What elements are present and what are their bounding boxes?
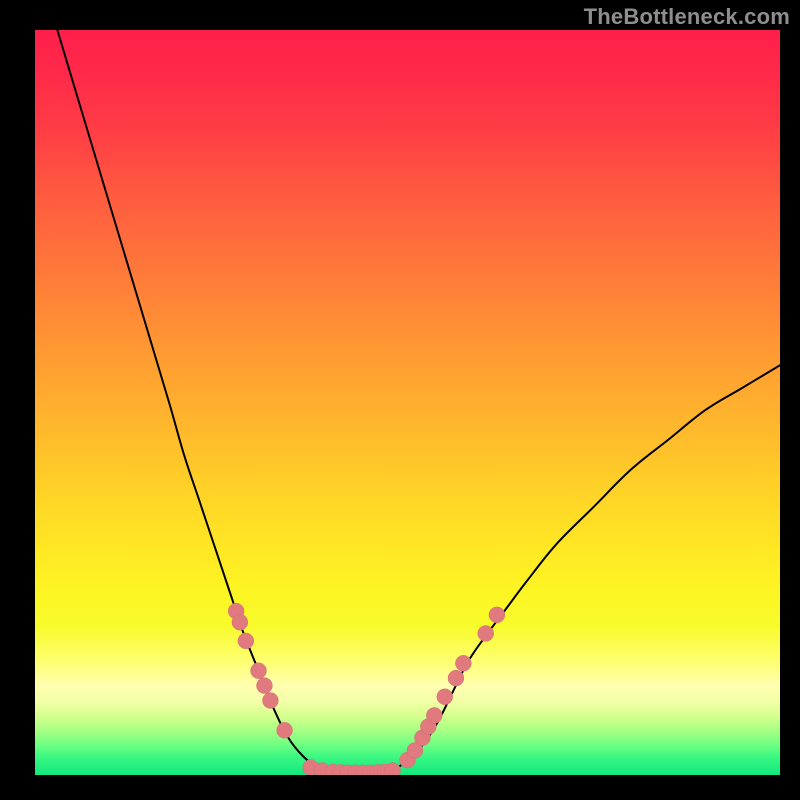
data-point (448, 670, 464, 686)
data-point (256, 678, 272, 694)
data-point (277, 722, 293, 738)
data-point (232, 614, 248, 630)
chart-frame: TheBottleneck.com (0, 0, 800, 800)
data-point (478, 625, 494, 641)
plot-area (35, 30, 780, 775)
data-point (238, 633, 254, 649)
data-point (262, 693, 278, 709)
data-point (455, 655, 471, 671)
bottleneck-curve (57, 30, 780, 773)
data-point (426, 707, 442, 723)
data-point (489, 607, 505, 623)
data-point (251, 663, 267, 679)
data-point-group (228, 603, 505, 775)
watermark-text: TheBottleneck.com (584, 4, 790, 30)
data-point (437, 689, 453, 705)
curve-layer (35, 30, 780, 775)
